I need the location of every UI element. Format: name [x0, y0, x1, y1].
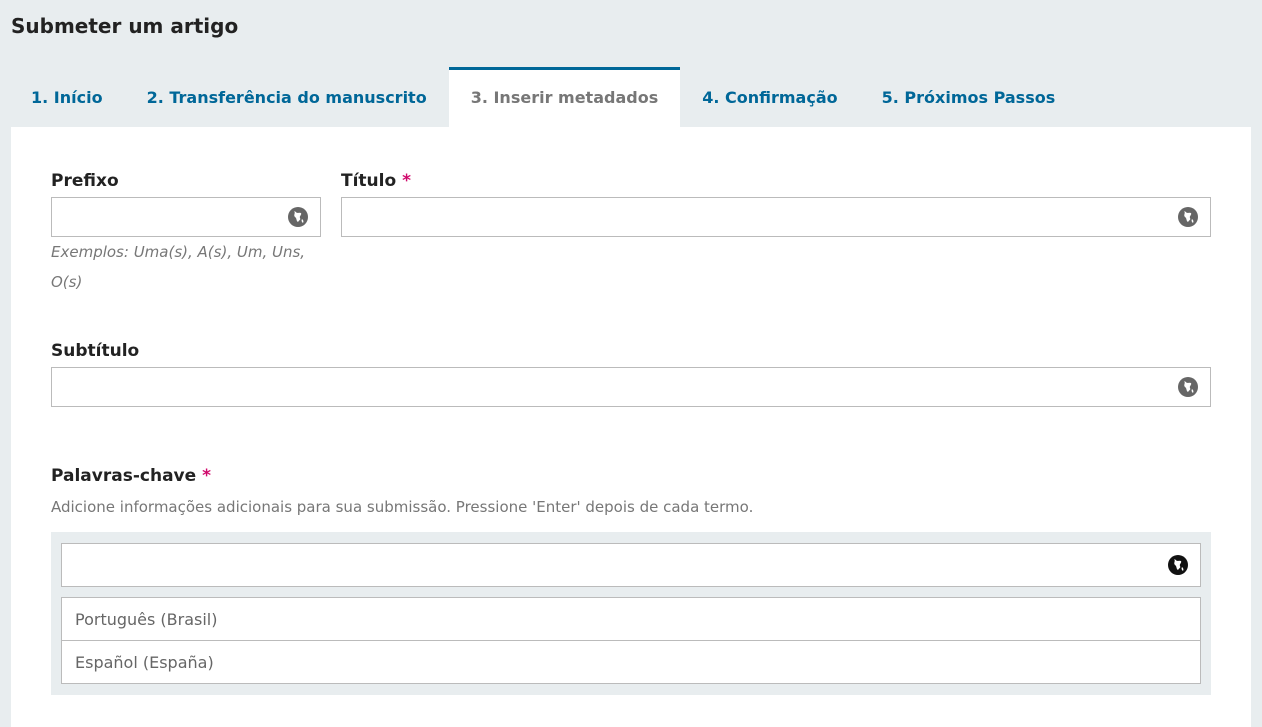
tab-upload-manuscript[interactable]: 2. Transferência do manuscrito — [125, 67, 449, 127]
globe-icon[interactable] — [1178, 207, 1198, 227]
title-input[interactable] — [341, 197, 1211, 237]
prefix-label: Prefixo — [51, 171, 119, 191]
tab-enter-metadata[interactable]: 3. Inserir metadados — [448, 67, 681, 127]
tab-next-steps[interactable]: 5. Próximos Passos — [860, 67, 1078, 127]
prefix-input[interactable] — [51, 197, 321, 237]
subtitle-label: Subtítulo — [51, 341, 140, 361]
title-label: Título * — [341, 171, 412, 191]
keywords-label: Palavras-chave * — [51, 466, 212, 486]
keywords-locale-box: Português (Brasil) Español (España) — [51, 532, 1211, 695]
globe-icon[interactable] — [1178, 377, 1198, 397]
submission-steps-tabs: 1. Início 2. Transferência do manuscrito… — [11, 67, 1077, 127]
keywords-input[interactable] — [61, 543, 1201, 587]
locale-option-pt-br[interactable]: Português (Brasil) — [61, 597, 1201, 641]
prefix-hint: Exemplos: Uma(s), A(s), Um, Uns, O(s) — [51, 243, 306, 291]
keywords-description: Adicione informações adicionais para sua… — [51, 498, 754, 516]
required-marker: * — [402, 171, 412, 191]
required-marker: * — [202, 466, 212, 486]
subtitle-input[interactable] — [51, 367, 1211, 407]
globe-icon[interactable] — [288, 207, 308, 227]
tab-confirmation[interactable]: 4. Confirmação — [680, 67, 859, 127]
globe-icon[interactable] — [1168, 555, 1188, 575]
page-title: Submeter um artigo — [11, 14, 239, 38]
metadata-form-panel: Prefixo Exemplos: Uma(s), A(s), Um, Uns,… — [11, 127, 1251, 727]
tab-start[interactable]: 1. Início — [11, 67, 125, 127]
locale-option-es-es[interactable]: Español (España) — [61, 640, 1201, 684]
